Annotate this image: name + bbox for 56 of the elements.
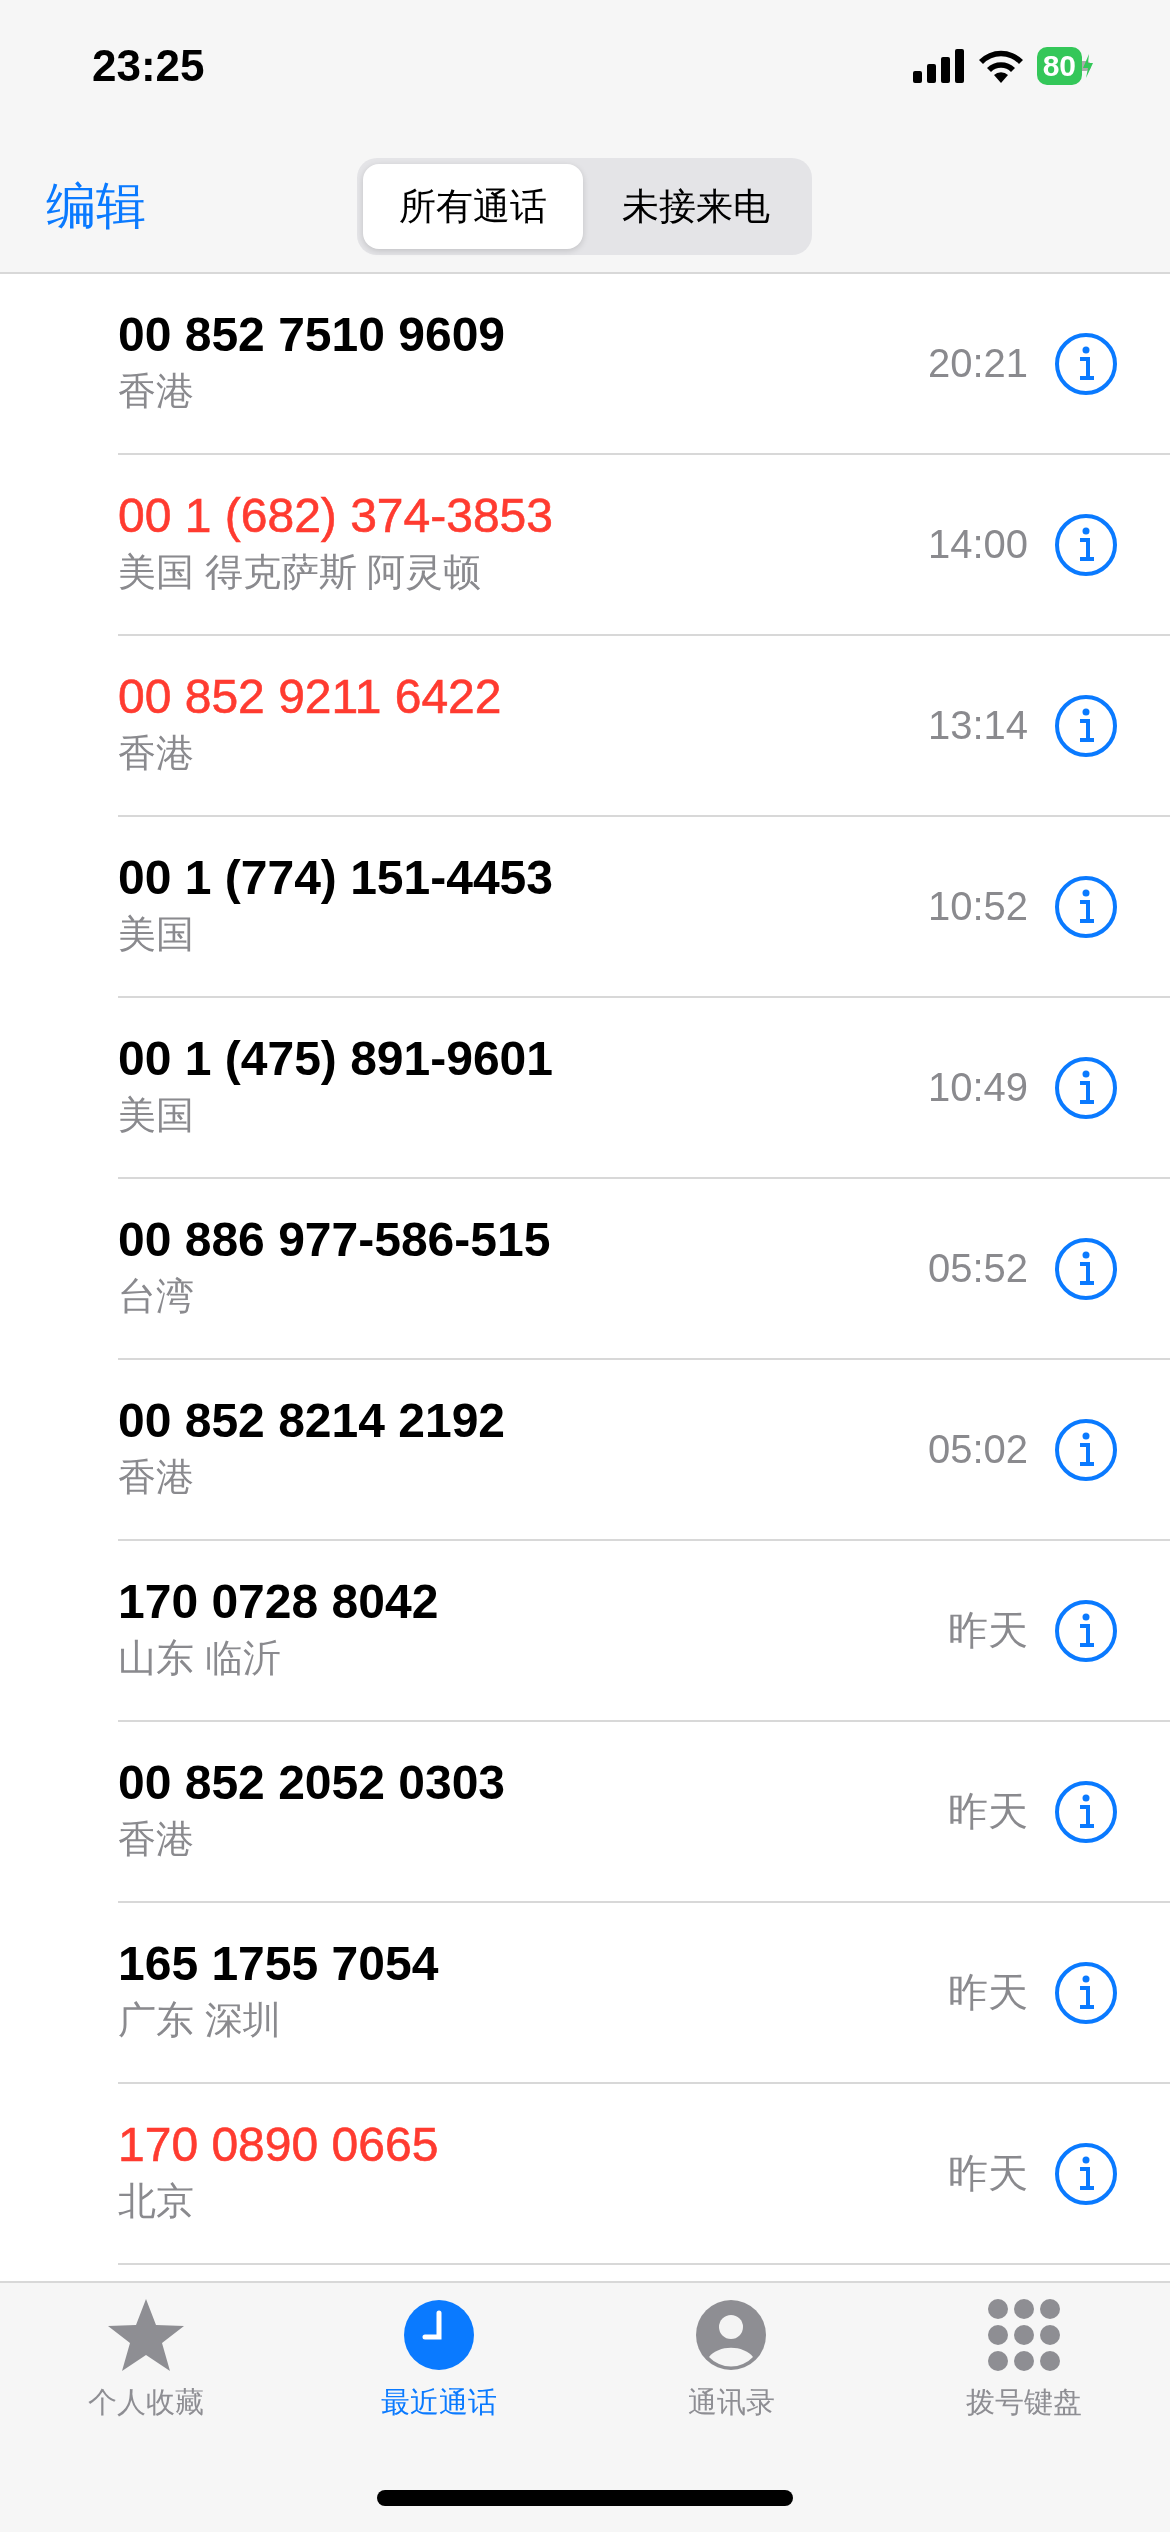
segment-tab[interactable]: 未接来电	[586, 164, 806, 249]
call-location: 香港	[118, 730, 195, 776]
phone-number: 170 0890 0665	[118, 2116, 440, 2172]
call-location: 美国	[118, 1092, 195, 1138]
info-icon[interactable]	[1054, 1417, 1118, 1482]
phone-number: 00 852 8214 2192	[118, 1392, 507, 1448]
call-location: 香港	[118, 1454, 195, 1500]
call-location: 山东 临沂	[118, 1635, 282, 1681]
phone-number: 00 1 (475) 891-9601	[118, 1030, 554, 1086]
info-icon[interactable]	[1054, 1960, 1118, 2025]
call-time: 14:00	[927, 522, 1028, 567]
phone-number: 00 852 9211 6422	[118, 668, 503, 724]
call-location: 台湾	[118, 1273, 195, 1319]
signal-icon	[912, 49, 965, 83]
phone-number: 165 1755 7054	[118, 1935, 440, 1991]
info-icon[interactable]	[1054, 874, 1118, 939]
info-icon[interactable]	[1054, 512, 1118, 577]
call-time: 昨天	[948, 2150, 1028, 2197]
tab-item[interactable]: 个人收藏	[0, 2297, 293, 2532]
info-icon[interactable]	[1054, 693, 1118, 758]
call-time: 昨天	[948, 1969, 1028, 2016]
clock-icon	[402, 2297, 475, 2373]
keypad-icon	[987, 2297, 1060, 2373]
tab-item[interactable]: 拨号键盘	[877, 2297, 1170, 2532]
call-location: 香港	[118, 368, 195, 414]
call-location: 美国	[118, 911, 195, 957]
call-time: 昨天	[948, 1607, 1028, 1654]
call-time: 05:52	[927, 1246, 1028, 1291]
phone-number: 00 852 2052 0303	[118, 1754, 507, 1810]
call-location: 香港	[118, 1816, 195, 1862]
phone-number: 00 852 7510 9609	[118, 306, 507, 362]
info-icon[interactable]	[1054, 331, 1118, 396]
phone-number: 00 886 977-586-515	[118, 1211, 552, 1267]
tab-item[interactable]: 最近通话	[292, 2297, 585, 2532]
call-location: 广东 深圳	[118, 1997, 282, 2043]
tab-item[interactable]: 通讯录	[585, 2297, 878, 2532]
info-icon[interactable]	[1054, 1598, 1118, 1663]
segment-tab[interactable]: 所有通话	[363, 164, 583, 249]
phone-number: 00 1 (774) 151-4453	[118, 849, 554, 905]
call-location: 北京	[118, 2178, 195, 2224]
call-time: 13:14	[927, 703, 1028, 748]
phone-number: 00 1 (682) 374-3853	[118, 487, 554, 543]
call-time: 昨天	[948, 1788, 1028, 1835]
call-time: 10:52	[927, 884, 1028, 929]
info-icon[interactable]	[1054, 1236, 1118, 1301]
edit-button[interactable]: 编辑	[46, 172, 146, 240]
info-icon[interactable]	[1054, 1055, 1118, 1120]
call-location: 美国 得克萨斯 阿灵顿	[118, 549, 483, 595]
person-icon	[695, 2297, 768, 2373]
call-time: 10:49	[927, 1065, 1028, 1110]
status-time: 23:25	[92, 41, 205, 91]
call-time: 05:02	[927, 1427, 1028, 1472]
info-icon[interactable]	[1054, 1779, 1118, 1844]
call-time: 20:21	[927, 341, 1028, 386]
phone-number: 170 0728 8042	[118, 1573, 440, 1629]
info-icon[interactable]	[1054, 2141, 1118, 2206]
